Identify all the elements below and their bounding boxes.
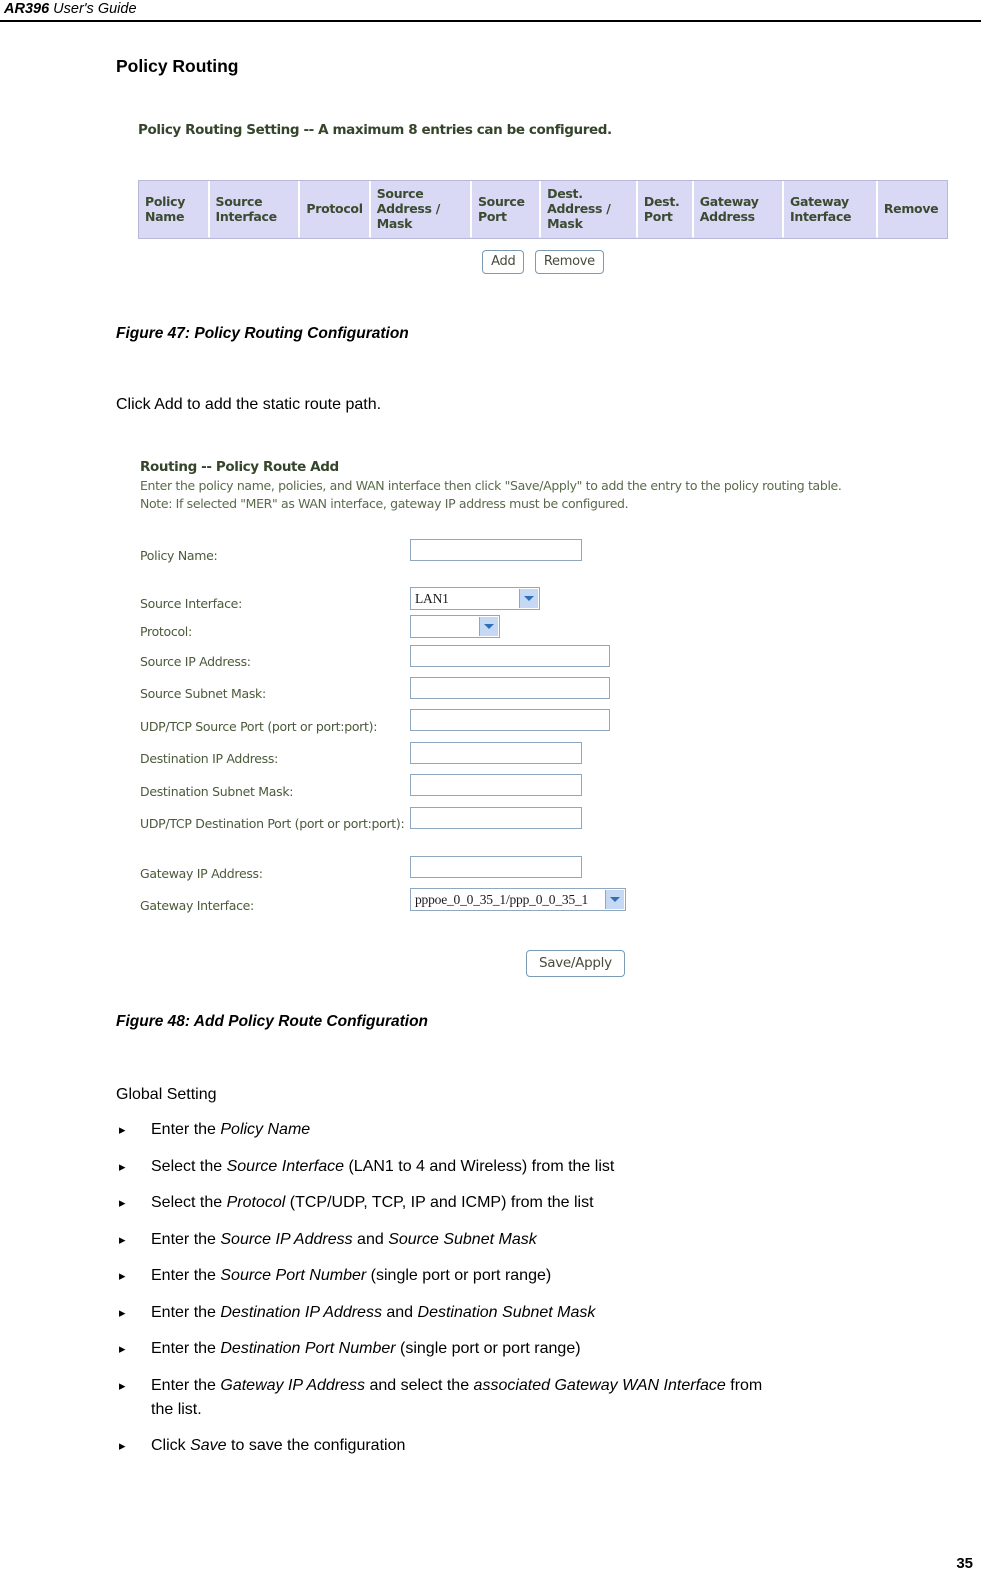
source-ip-address-input[interactable] <box>410 645 610 667</box>
label-source-subnet-mask: Source Subnet Mask: <box>140 686 266 701</box>
list-item: ▸ Enter the Destination Port Number (sing… <box>116 1337 971 1361</box>
list-item-text: Select the Source Interface (LAN1 to 4 a… <box>151 1157 615 1175</box>
column-header-source-address: Source Address / Mask <box>370 181 472 238</box>
label-source-ip-address: Source IP Address: <box>140 654 251 669</box>
column-header-remove: Remove <box>877 181 947 238</box>
gateway-interface-value: pppoe_0_0_35_1/ppp_0_0_35_1 <box>415 892 589 907</box>
list-item-text: Click Save to save the configuration <box>151 1437 406 1454</box>
source-subnet-mask-input[interactable] <box>410 677 610 699</box>
bullet-triangle-icon: ▸ <box>119 1341 126 1356</box>
column-header-source-interface: Source Interface <box>209 181 301 238</box>
list-item: ▸ Enter the Source IP Address and Source … <box>116 1228 971 1252</box>
udp-tcp-destination-port-input[interactable] <box>410 807 582 829</box>
list-item: ▸ Select the Protocol (TCP/UDP, TCP, IP a… <box>116 1191 971 1215</box>
bullet-triangle-icon: ▸ <box>119 1231 126 1247</box>
column-header-gateway-address: Gateway Address <box>693 181 784 238</box>
source-interface-value: LAN1 <box>415 591 449 606</box>
list-item: ▸ Enter the Destination IP Address and De… <box>116 1301 971 1325</box>
list-item-text: Enter the Destination IP Address and Des… <box>151 1303 596 1321</box>
policy-routing-table: Policy Name Source Interface Protocol So… <box>138 180 948 239</box>
policy-routing-button-row: Add Remove <box>138 250 948 274</box>
global-setting-bullet-list: ▸ Enter the Policy Name ▸ Select the Source… <box>116 1118 971 1471</box>
label-udp-tcp-source-port: UDP/TCP Source Port (port or port:port): <box>140 719 378 734</box>
source-interface-select[interactable]: LAN1 <box>410 587 540 610</box>
header-guide-label: User's Guide <box>53 1 137 17</box>
save-apply-button-row: Save/Apply <box>526 950 625 977</box>
destination-subnet-mask-input[interactable] <box>410 774 582 796</box>
list-item-text: Enter the Source IP Address and Source S… <box>151 1230 537 1248</box>
list-item: ▸ Enter the Source Port Number (single po… <box>116 1264 971 1288</box>
chevron-down-icon[interactable] <box>479 617 498 636</box>
route-add-description: Enter the policy name, policies, and WAN… <box>140 478 842 493</box>
column-header-policy-name: Policy Name <box>139 181 210 238</box>
udp-tcp-source-port-input[interactable] <box>410 709 610 731</box>
list-item: ▸ Enter the Policy Name <box>116 1118 971 1142</box>
policy-name-input[interactable] <box>410 539 582 561</box>
global-setting-heading: Global Setting <box>116 1086 217 1103</box>
policy-route-add-screenshot: Routing -- Policy Route Add Enter the po… <box>138 455 948 1000</box>
bullet-triangle-icon: ▸ <box>119 1438 126 1453</box>
figure-48-caption: Figure 48: Add Policy Route Configuratio… <box>116 1013 429 1030</box>
gateway-interface-select[interactable]: pppoe_0_0_35_1/ppp_0_0_35_1 <box>410 888 626 911</box>
click-add-paragraph: Click Add to add the static route path. <box>116 396 382 413</box>
label-source-interface: Source Interface: <box>140 596 242 611</box>
bullet-triangle-icon: ▸ <box>119 1195 126 1210</box>
column-header-gateway-interface: Gateway Interface <box>784 181 878 238</box>
header-divider <box>0 20 981 22</box>
save-apply-button[interactable]: Save/Apply <box>526 950 625 977</box>
label-udp-tcp-destination-port: UDP/TCP Destination Port (port or port:p… <box>140 816 405 831</box>
label-gateway-ip-address: Gateway IP Address: <box>140 866 263 881</box>
list-item-text: Select the Protocol (TCP/UDP, TCP, IP an… <box>151 1194 594 1211</box>
bullet-triangle-icon: ▸ <box>119 1377 126 1393</box>
policy-routing-setting-caption: Policy Routing Setting -- A maximum 8 en… <box>138 122 612 138</box>
page-number: 35 <box>956 1555 973 1572</box>
destination-ip-address-input[interactable] <box>410 742 582 764</box>
protocol-select[interactable] <box>410 615 500 638</box>
page-title: Policy Routing <box>116 56 239 76</box>
label-policy-name: Policy Name: <box>140 548 218 563</box>
list-item-text: Enter the Gateway IP Address and select … <box>151 1376 763 1418</box>
list-item-text: Enter the Policy Name <box>151 1121 311 1138</box>
list-item-text: Enter the Source Port Number (single por… <box>151 1267 552 1284</box>
label-destination-subnet-mask: Destination Subnet Mask: <box>140 784 294 799</box>
column-header-dest-port: Dest. Port <box>637 181 694 238</box>
table-header-row: Policy Name Source Interface Protocol So… <box>139 181 947 238</box>
gateway-ip-address-input[interactable] <box>410 856 582 878</box>
label-protocol: Protocol: <box>140 624 192 639</box>
label-gateway-interface: Gateway Interface: <box>140 898 254 913</box>
list-item: ▸ Select the Source Interface (LAN1 to 4 … <box>116 1155 971 1179</box>
route-add-note: Note: If selected "MER" as WAN interface… <box>140 496 629 511</box>
bullet-triangle-icon: ▸ <box>119 1268 126 1283</box>
figure-47-caption: Figure 47: Policy Routing Configuration <box>116 325 409 342</box>
document-header: AR396 User's Guide <box>0 0 981 22</box>
label-destination-ip-address: Destination IP Address: <box>140 751 278 766</box>
add-button[interactable]: Add <box>482 250 525 274</box>
list-item: ▸ Click Save to save the configuration <box>116 1434 971 1458</box>
column-header-dest-address: Dest. Address / Mask <box>541 181 638 238</box>
header-title-text: AR396 User's Guide <box>4 1 137 17</box>
bullet-triangle-icon: ▸ <box>119 1304 126 1320</box>
bullet-triangle-icon: ▸ <box>119 1158 126 1174</box>
bullet-triangle-icon: ▸ <box>119 1122 126 1137</box>
header-model: AR396 <box>4 1 50 17</box>
list-item-text: Enter the Destination Port Number (singl… <box>151 1340 581 1357</box>
remove-button[interactable]: Remove <box>534 250 604 274</box>
policy-routing-screenshot: Policy Routing Setting -- A maximum 8 en… <box>138 118 948 288</box>
column-header-protocol: Protocol <box>300 181 371 238</box>
list-item: ▸ Enter the Gateway IP Address and select… <box>116 1374 971 1422</box>
chevron-down-icon[interactable] <box>519 589 538 608</box>
column-header-source-port: Source Port <box>471 181 542 238</box>
chevron-down-icon[interactable] <box>605 890 624 909</box>
route-add-title: Routing -- Policy Route Add <box>140 459 339 475</box>
